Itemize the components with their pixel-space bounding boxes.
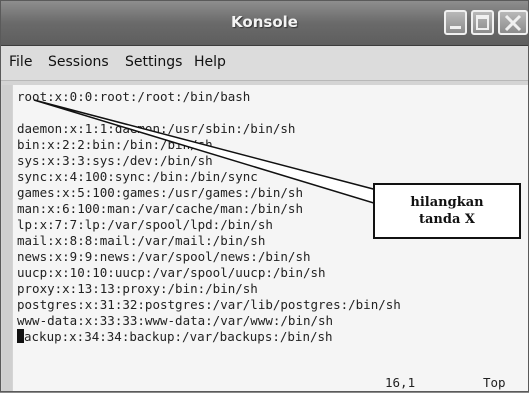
annotation-callout: hilangkan tanda X [373, 183, 521, 239]
callout-line-1: hilangkan [410, 195, 484, 210]
callout-line-2: tanda X [418, 212, 475, 227]
arrow-shape [33, 99, 378, 206]
konsole-window: Konsole File Sessions Settings Help root… [0, 0, 529, 392]
